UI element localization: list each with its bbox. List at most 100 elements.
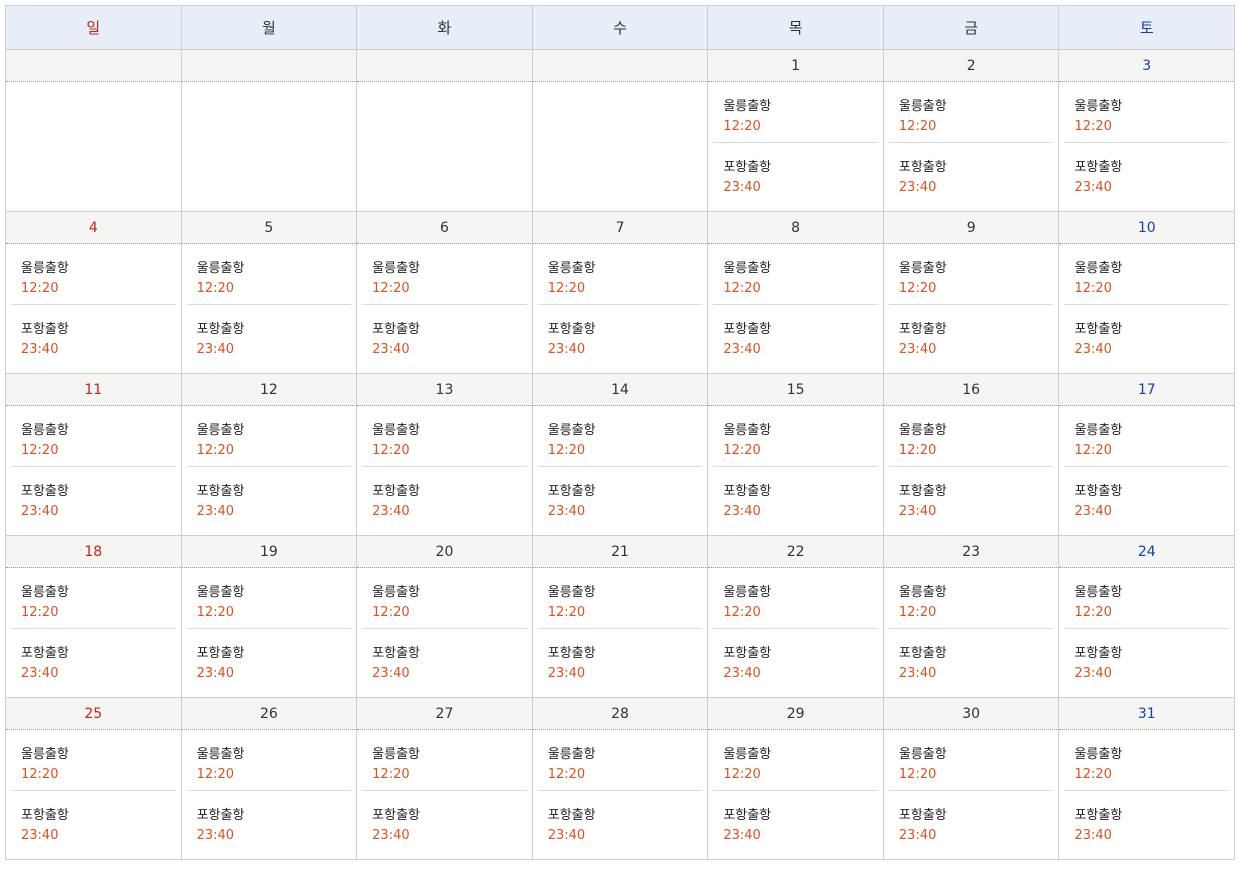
departure-entry[interactable]: 포항출항 23:40 <box>186 628 352 692</box>
day-cell[interactable]: 울릉출항 12:20 포항출항 23:40 <box>708 568 884 698</box>
departure-entry[interactable]: 울릉출항 12:20 <box>362 406 527 466</box>
departure-entry[interactable]: 포항출항 23:40 <box>537 466 703 530</box>
day-cell[interactable]: 울릉출항 12:20 포항출항 23:40 <box>181 244 358 374</box>
departure-entry[interactable]: 울릉출항 12:20 <box>187 568 352 628</box>
day-cell[interactable]: 울릉출항 12:20 포항출항 23:40 <box>883 406 1060 536</box>
departure-entry[interactable]: 포항출항 23:40 <box>186 466 352 530</box>
day-cell[interactable]: 울릉출항 12:20 포항출항 23:40 <box>532 730 709 860</box>
day-cell[interactable]: 울릉출항 12:20 포항출항 23:40 <box>708 730 884 860</box>
departure-entry[interactable]: 울릉출항 12:20 <box>1064 82 1229 142</box>
departure-entry[interactable]: 포항출항 23:40 <box>1064 142 1230 206</box>
departure-entry[interactable]: 울릉출항 12:20 <box>713 568 878 628</box>
departure-entry[interactable]: 울릉출항 12:20 <box>362 730 527 790</box>
departure-entry[interactable]: 포항출항 23:40 <box>1064 628 1230 692</box>
departure-entry[interactable]: 포항출항 23:40 <box>362 628 527 692</box>
day-cell[interactable]: 울릉출항 12:20 포항출항 23:40 <box>532 244 709 374</box>
departure-entry[interactable]: 울릉출항 12:20 <box>362 244 527 304</box>
departure-time: 23:40 <box>196 342 235 357</box>
departure-entry[interactable]: 포항출항 23:40 <box>362 466 527 530</box>
departure-entry[interactable]: 포항출항 23:40 <box>1064 790 1230 854</box>
departure-entry[interactable]: 포항출항 23:40 <box>1064 466 1230 530</box>
departure-entry[interactable]: 포항출항 23:40 <box>362 304 527 368</box>
day-cell[interactable]: 울릉출항 12:20 포항출항 23:40 <box>1059 730 1236 860</box>
day-cell[interactable]: 울릉출항 12:20 포항출항 23:40 <box>708 82 884 212</box>
departure-entry[interactable]: 포항출항 23:40 <box>888 628 1054 692</box>
day-cell[interactable]: 울릉출항 12:20 포항출항 23:40 <box>357 730 533 860</box>
departure-time: 23:40 <box>547 666 586 681</box>
departure-entry[interactable]: 포항출항 23:40 <box>713 790 878 854</box>
departure-entry[interactable]: 포항출항 23:40 <box>713 304 878 368</box>
departure-entry[interactable]: 포항출항 23:40 <box>537 790 703 854</box>
departure-entry[interactable]: 울릉출항 12:20 <box>713 406 878 466</box>
day-cell[interactable]: 울릉출항 12:20 포항출항 23:40 <box>1059 82 1236 212</box>
departure-entry[interactable]: 울릉출항 12:20 <box>1064 730 1229 790</box>
day-cell[interactable]: 울릉출항 12:20 포항출항 23:40 <box>6 244 182 374</box>
day-cell[interactable]: 울릉출항 12:20 포항출항 23:40 <box>883 730 1060 860</box>
departure-time: 12:20 <box>547 767 586 782</box>
departure-entry[interactable]: 울릉출항 12:20 <box>538 568 703 628</box>
day-cell[interactable]: 울릉출항 12:20 포항출항 23:40 <box>181 406 358 536</box>
day-cell[interactable]: 울릉출항 12:20 포항출항 23:40 <box>357 568 533 698</box>
day-cell[interactable]: 울릉출항 12:20 포항출항 23:40 <box>532 568 709 698</box>
departure-entry[interactable]: 울릉출항 12:20 <box>187 406 352 466</box>
departure-entry[interactable]: 포항출항 23:40 <box>888 790 1054 854</box>
day-cell[interactable]: 울릉출항 12:20 포항출항 23:40 <box>532 406 709 536</box>
day-cell[interactable]: 울릉출항 12:20 포항출항 23:40 <box>883 244 1060 374</box>
departure-entry[interactable]: 포항출항 23:40 <box>362 790 527 854</box>
departure-entry[interactable]: 포항출항 23:40 <box>888 304 1054 368</box>
departure-entry[interactable]: 울릉출항 12:20 <box>1064 406 1229 466</box>
departure-entry[interactable]: 울릉출항 12:20 <box>713 730 878 790</box>
departure-entry[interactable]: 포항출항 23:40 <box>11 466 176 530</box>
departure-entry[interactable]: 포항출항 23:40 <box>11 304 176 368</box>
departure-entry[interactable]: 포항출항 23:40 <box>713 142 878 206</box>
day-cell[interactable]: 울릉출항 12:20 포항출항 23:40 <box>181 730 358 860</box>
departure-entry[interactable]: 울릉출항 12:20 <box>187 730 352 790</box>
day-cell[interactable]: 울릉출항 12:20 포항출항 23:40 <box>6 406 182 536</box>
departure-entry[interactable]: 울릉출항 12:20 <box>889 568 1054 628</box>
departure-entry[interactable]: 울릉출항 12:20 <box>538 730 703 790</box>
departure-entry[interactable]: 포항출항 23:40 <box>186 790 352 854</box>
departure-entry[interactable]: 울릉출항 12:20 <box>11 406 176 466</box>
departure-entry[interactable]: 울릉출항 12:20 <box>11 568 176 628</box>
day-cell[interactable]: 울릉출항 12:20 포항출항 23:40 <box>708 406 884 536</box>
day-cell[interactable]: 울릉출항 12:20 포항출항 23:40 <box>1059 244 1236 374</box>
departure-entry[interactable]: 울릉출항 12:20 <box>538 244 703 304</box>
day-cell[interactable]: 울릉출항 12:20 포항출항 23:40 <box>6 730 182 860</box>
departure-entry[interactable]: 울릉출항 12:20 <box>713 244 878 304</box>
departure-entry[interactable]: 울릉출항 12:20 <box>889 244 1054 304</box>
day-cell[interactable]: 울릉출항 12:20 포항출항 23:40 <box>1059 406 1236 536</box>
departure-entry[interactable]: 포항출항 23:40 <box>888 466 1054 530</box>
departure-entry[interactable]: 울릉출항 12:20 <box>713 82 878 142</box>
departure-port: 울릉출항 <box>372 423 420 438</box>
day-cell[interactable]: 울릉출항 12:20 포항출항 23:40 <box>1059 568 1236 698</box>
departure-entry[interactable]: 포항출항 23:40 <box>11 628 176 692</box>
departure-entry[interactable]: 포항출항 23:40 <box>713 466 878 530</box>
day-cell[interactable]: 울릉출항 12:20 포항출항 23:40 <box>6 568 182 698</box>
departure-entry[interactable]: 울릉출항 12:20 <box>187 244 352 304</box>
departure-port: 포항출항 <box>723 646 772 661</box>
day-cell[interactable]: 울릉출항 12:20 포항출항 23:40 <box>883 82 1060 212</box>
day-cell[interactable]: 울릉출항 12:20 포항출항 23:40 <box>357 244 533 374</box>
departure-entry[interactable]: 울릉출항 12:20 <box>1064 244 1229 304</box>
departure-entry[interactable]: 울릉출항 12:20 <box>889 730 1054 790</box>
day-cell[interactable]: 울릉출항 12:20 포항출항 23:40 <box>883 568 1060 698</box>
departure-entry[interactable]: 울릉출항 12:20 <box>889 406 1054 466</box>
departure-entry[interactable]: 포항출항 23:40 <box>186 304 352 368</box>
departure-entry[interactable]: 포항출항 23:40 <box>1064 304 1230 368</box>
departure-entry[interactable]: 울릉출항 12:20 <box>11 244 176 304</box>
departure-entry[interactable]: 울릉출항 12:20 <box>11 730 176 790</box>
day-cell[interactable]: 울릉출항 12:20 포항출항 23:40 <box>708 244 884 374</box>
departure-entry[interactable]: 포항출항 23:40 <box>537 628 703 692</box>
departure-entry[interactable]: 포항출항 23:40 <box>713 628 878 692</box>
departure-entry[interactable]: 울릉출항 12:20 <box>362 568 527 628</box>
departure-entry[interactable]: 울릉출항 12:20 <box>538 406 703 466</box>
departure-entry[interactable]: 포항출항 23:40 <box>888 142 1054 206</box>
departure-entry[interactable]: 울릉출항 12:20 <box>1064 568 1229 628</box>
departure-entry[interactable]: 포항출항 23:40 <box>537 304 703 368</box>
departure-entry[interactable]: 포항출항 23:40 <box>11 790 176 854</box>
departure-entry[interactable]: 울릉출항 12:20 <box>889 82 1054 142</box>
departure-time: 23:40 <box>21 342 59 357</box>
day-cell[interactable]: 울릉출항 12:20 포항출항 23:40 <box>357 406 533 536</box>
day-cell[interactable]: 울릉출항 12:20 포항출항 23:40 <box>181 568 358 698</box>
departure-time: 23:40 <box>547 828 586 843</box>
